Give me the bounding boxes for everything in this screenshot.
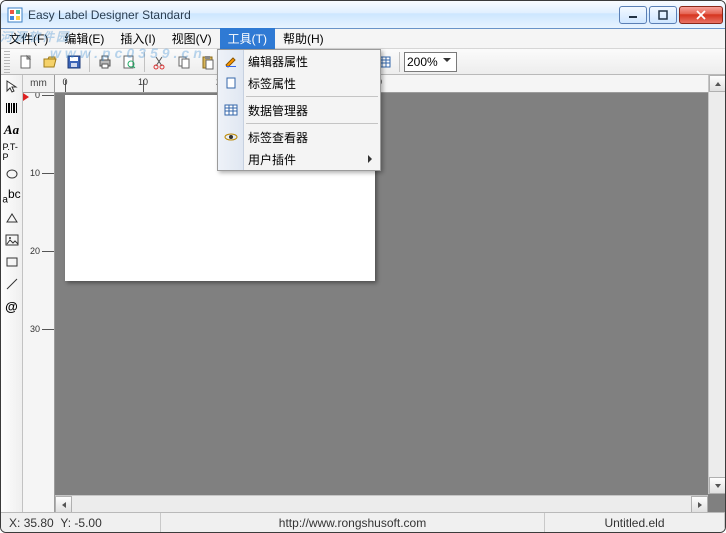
ruler-unit: mm bbox=[23, 75, 55, 93]
minimize-button[interactable] bbox=[619, 6, 647, 24]
menu-help[interactable]: 帮助(H) bbox=[275, 28, 332, 49]
zoom-value: 200% bbox=[407, 55, 438, 69]
ole-tool[interactable]: @ bbox=[3, 297, 21, 315]
statusbar: X: 35.80 Y: -5.00 http://www.rongshusoft… bbox=[1, 512, 725, 532]
scroll-up-button[interactable] bbox=[709, 75, 726, 92]
ruler-vertical: 0 10 20 30 bbox=[23, 93, 55, 512]
submenu-arrow-icon bbox=[368, 155, 372, 163]
menu-label-props[interactable]: 标签属性 bbox=[218, 72, 380, 94]
menu-insert[interactable]: 插入(I) bbox=[112, 28, 163, 49]
app-icon bbox=[7, 7, 23, 23]
chevron-down-icon bbox=[440, 53, 454, 70]
tools-menu: 编辑器属性 标签属性 数据管理器 标签查看器 用户插件 bbox=[217, 49, 381, 171]
menu-editor-props[interactable]: 编辑器属性 bbox=[218, 50, 380, 72]
rectangle-tool[interactable] bbox=[3, 253, 21, 271]
page-icon bbox=[223, 75, 239, 91]
titlebar: Easy Label Designer Standard bbox=[1, 1, 725, 29]
barcode-tool[interactable] bbox=[3, 99, 21, 117]
scroll-down-button[interactable] bbox=[709, 477, 726, 494]
toolbar-grip[interactable] bbox=[4, 51, 10, 73]
copy-button[interactable] bbox=[173, 51, 195, 73]
zoom-select[interactable]: 200% bbox=[404, 52, 457, 72]
print-button[interactable] bbox=[94, 51, 116, 73]
scroll-left-button[interactable] bbox=[55, 496, 72, 513]
pen-icon bbox=[223, 53, 239, 69]
ruler-horizontal: 0 10 20 30 40 bbox=[55, 75, 725, 93]
menu-tools[interactable]: 工具(T) bbox=[220, 28, 275, 49]
save-button[interactable] bbox=[63, 51, 85, 73]
menubar: 文件(F) 编辑(E) 插入(I) 视图(V) 工具(T) 帮助(H) bbox=[1, 29, 725, 49]
pointer-tool[interactable] bbox=[3, 77, 21, 95]
window-title: Easy Label Designer Standard bbox=[28, 8, 619, 22]
menu-data-manager[interactable]: 数据管理器 bbox=[218, 99, 380, 121]
text-tool[interactable]: Aa bbox=[3, 121, 21, 139]
canvas-viewport[interactable] bbox=[55, 93, 725, 512]
grid-icon bbox=[223, 102, 239, 118]
menu-view[interactable]: 视图(V) bbox=[164, 28, 220, 49]
cut-button[interactable] bbox=[149, 51, 171, 73]
line-tool[interactable] bbox=[3, 275, 21, 293]
open-button[interactable] bbox=[39, 51, 61, 73]
tool-palette: Aa P.T-P abc @ bbox=[1, 75, 23, 512]
menu-file[interactable]: 文件(F) bbox=[1, 28, 56, 49]
menu-label-viewer[interactable]: 标签查看器 bbox=[218, 126, 380, 148]
preview-button[interactable] bbox=[118, 51, 140, 73]
status-url: http://www.rongshusoft.com bbox=[161, 513, 545, 532]
new-button[interactable] bbox=[15, 51, 37, 73]
curved-text-tool[interactable]: abc bbox=[3, 187, 21, 205]
menu-edit[interactable]: 编辑(E) bbox=[56, 28, 112, 49]
scrollbar-vertical[interactable] bbox=[708, 75, 725, 494]
image-tool[interactable] bbox=[3, 231, 21, 249]
menu-user-plugins[interactable]: 用户插件 bbox=[218, 148, 380, 170]
scroll-right-button[interactable] bbox=[691, 496, 708, 513]
close-button[interactable] bbox=[679, 6, 723, 24]
scrollbar-horizontal[interactable] bbox=[55, 495, 708, 512]
paragraph-tool[interactable]: P.T-P bbox=[3, 143, 21, 161]
maximize-button[interactable] bbox=[649, 6, 677, 24]
shape-tool[interactable] bbox=[3, 209, 21, 227]
ellipse-tool[interactable] bbox=[3, 165, 21, 183]
paste-button[interactable] bbox=[197, 51, 219, 73]
status-filename: Untitled.eld bbox=[545, 513, 725, 532]
status-coords: X: 35.80 Y: -5.00 bbox=[1, 513, 161, 532]
eye-icon bbox=[223, 129, 239, 145]
